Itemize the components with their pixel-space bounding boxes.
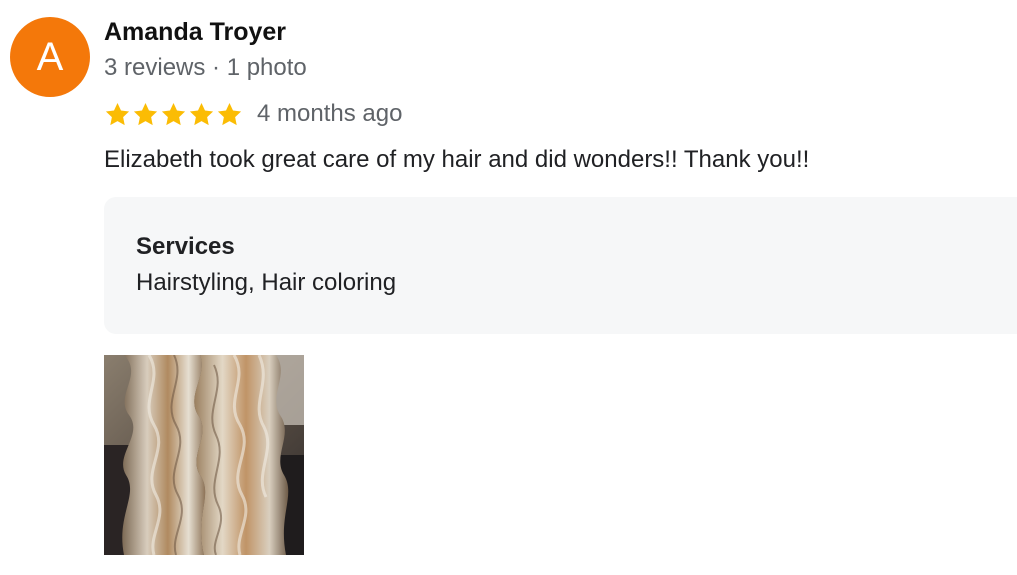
review-text: Elizabeth took great care of my hair and…: [104, 146, 810, 173]
services-panel: Services Hairstyling, Hair coloring: [104, 197, 1017, 334]
review-date: 4 months ago: [257, 100, 403, 127]
hair-photo-image: [104, 355, 304, 555]
star-icon: [217, 102, 242, 125]
star-rating: [104, 101, 243, 128]
star-icon: [189, 102, 214, 125]
avatar-initial: A: [36, 34, 64, 79]
review-card: A Amanda Troyer 3 reviews · 1 photo 4 mo…: [0, 0, 1017, 575]
services-heading: Services: [136, 233, 235, 260]
rating-row: 4 months ago: [104, 98, 402, 130]
author-review-count: 3 reviews · 1 photo: [104, 54, 307, 81]
review-photo[interactable]: [104, 355, 304, 555]
services-value: Hairstyling, Hair coloring: [136, 269, 397, 296]
star-icon: [105, 102, 130, 125]
author-avatar[interactable]: A: [10, 17, 90, 97]
star-icon: [133, 102, 158, 125]
author-name[interactable]: Amanda Troyer: [104, 18, 286, 47]
star-icon: [161, 102, 186, 125]
